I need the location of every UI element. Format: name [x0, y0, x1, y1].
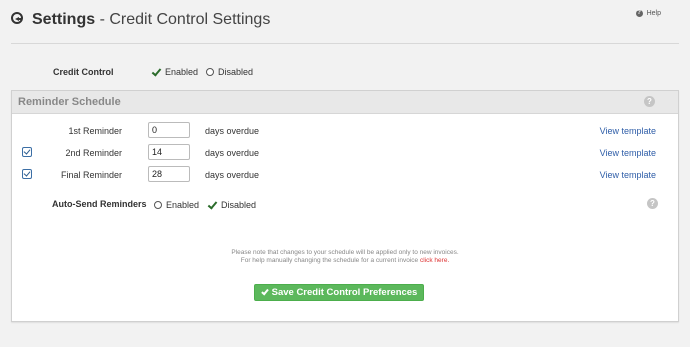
reminder-checkbox[interactable] — [22, 169, 32, 179]
auto-send-label: Auto-Send Reminders — [52, 199, 147, 209]
panel-header: Reminder Schedule ? — [12, 91, 678, 114]
page-title-sub: - Credit Control Settings — [99, 11, 271, 28]
save-preferences-button[interactable]: Save Credit Control Preferences — [254, 284, 424, 301]
credit-control-label: Credit Control — [53, 67, 114, 77]
reminder-days-input[interactable] — [148, 144, 190, 160]
reminder-row-2nd: 2nd Reminder days overdue View template — [12, 144, 678, 162]
reminder-schedule-panel: Reminder Schedule ? 1st Reminder days ov… — [11, 90, 679, 322]
reminder-days-input[interactable] — [148, 166, 190, 182]
auto-send-enabled-option[interactable]: Enabled — [154, 200, 199, 210]
question-icon[interactable]: ? — [644, 96, 655, 107]
checkmark-icon — [152, 68, 161, 77]
note-line-2-text: For help manually changing the schedule … — [240, 257, 419, 264]
credit-control-disabled-label: Disabled — [218, 67, 254, 77]
back-arrow-icon[interactable] — [11, 12, 23, 24]
auto-send-disabled-label: Disabled — [221, 200, 257, 210]
auto-send-row: Auto-Send Reminders Enabled Disabled ? — [12, 198, 678, 217]
schedule-note: Please note that changes to your schedul… — [12, 249, 678, 265]
page-title: Settings - Credit Control Settings — [32, 10, 270, 30]
days-overdue-label: days overdue — [205, 126, 260, 136]
help-icon: ? — [635, 10, 643, 17]
radio-icon[interactable] — [206, 68, 214, 76]
checkmark-icon — [261, 289, 268, 296]
reminder-row-1st: 1st Reminder days overdue View template — [12, 122, 678, 140]
view-template-link[interactable]: View template — [600, 170, 656, 180]
auto-send-enabled-label: Enabled — [166, 200, 200, 210]
reminder-days-input[interactable] — [148, 122, 190, 138]
note-line-1: Please note that changes to your schedul… — [231, 249, 459, 256]
reminder-label: Final Reminder — [60, 170, 122, 180]
checkmark-icon — [208, 201, 217, 210]
help-link[interactable]: ? Help — [635, 10, 661, 17]
reminder-label: 1st Reminder — [68, 126, 122, 136]
panel-title: Reminder Schedule — [18, 96, 121, 108]
credit-control-row: Credit Control Enabled Disabled — [0, 64, 690, 80]
page-header: Settings - Credit Control Settings ? Hel… — [0, 0, 690, 44]
days-overdue-label: days overdue — [205, 148, 260, 158]
reminder-checkbox[interactable] — [22, 147, 32, 157]
header-divider — [11, 43, 679, 44]
credit-control-disabled-option[interactable]: Disabled — [206, 67, 253, 77]
help-label: Help — [646, 10, 661, 17]
view-template-link[interactable]: View template — [600, 126, 656, 136]
days-overdue-label: days overdue — [205, 170, 260, 180]
reminder-row-final: Final Reminder days overdue View templat… — [12, 166, 678, 184]
save-button-label: Save Credit Control Preferences — [271, 287, 418, 298]
auto-send-disabled-option[interactable]: Disabled — [208, 200, 256, 210]
radio-icon[interactable] — [154, 201, 162, 209]
page-title-main: Settings — [32, 11, 96, 28]
reminder-label: 2nd Reminder — [65, 148, 122, 158]
click-here-link[interactable]: click here. — [420, 257, 449, 264]
question-icon[interactable]: ? — [647, 198, 658, 209]
credit-control-enabled-label: Enabled — [165, 67, 199, 77]
credit-control-enabled-option[interactable]: Enabled — [152, 67, 198, 77]
note-line-2: For help manually changing the schedule … — [12, 257, 678, 265]
view-template-link[interactable]: View template — [600, 148, 656, 158]
